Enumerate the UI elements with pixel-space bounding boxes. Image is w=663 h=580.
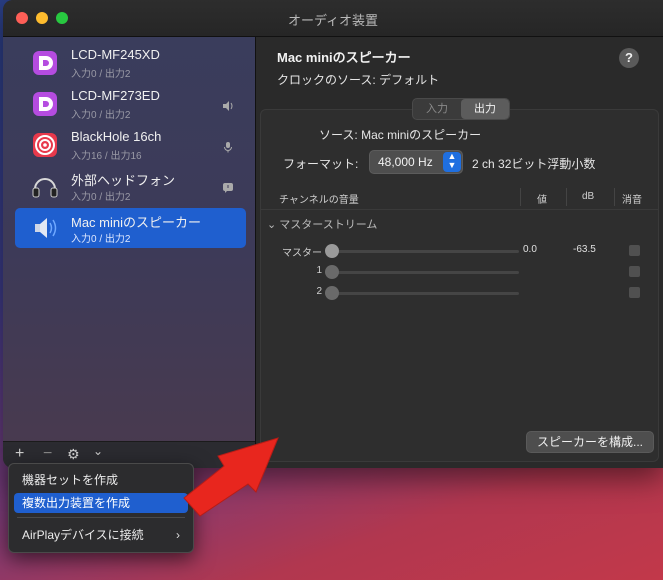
io-segmented-control: 入力 出力: [412, 98, 510, 120]
mute-checkbox[interactable]: [629, 266, 640, 277]
displayport-icon: [33, 51, 57, 75]
menu-item-airplay[interactable]: AirPlayデバイスに接続 ›: [14, 525, 188, 545]
speaker-icon: [35, 218, 57, 238]
remove-device-button[interactable]: −: [43, 445, 52, 463]
window-title: オーディオ装置: [287, 13, 379, 28]
blackhole-icon: [33, 133, 57, 157]
device-item-headphones[interactable]: 外部ヘッドフォン 入力0 / 出力2: [15, 166, 246, 206]
volume-slider-knob[interactable]: [325, 265, 339, 279]
volume-slider-knob[interactable]: [325, 286, 339, 300]
tab-output[interactable]: 出力: [461, 99, 509, 119]
alert-icon: [223, 183, 233, 193]
device-item-lcd-mf273ed[interactable]: LCD-MF273ED 入力0 / 出力2: [15, 84, 246, 124]
settings-panel: 入力 出力 ソース: Mac miniのスピーカー フォーマット: 48,000…: [260, 98, 659, 462]
volume-slider-track[interactable]: [335, 292, 519, 295]
mute-checkbox[interactable]: [629, 245, 640, 256]
red-arrow-annotation: [183, 437, 279, 517]
headphones-icon: [32, 178, 58, 198]
device-detail-pane: Mac miniのスピーカー クロックのソース: デフォルト ? 入力 出力 ソ…: [256, 37, 663, 468]
speaker-icon: [223, 101, 233, 111]
clock-source: クロックのソース: デフォルト: [277, 73, 440, 87]
format-select[interactable]: 48,000 Hz ▲ ▼: [369, 150, 463, 174]
volume-slider-track[interactable]: [335, 271, 519, 274]
format-label: フォーマット:: [283, 157, 359, 171]
gear-icon[interactable]: ⚙: [67, 446, 80, 463]
volume-slider-knob[interactable]: [325, 244, 339, 258]
add-device-button[interactable]: +: [15, 445, 24, 463]
title-bar: オーディオ装置: [3, 0, 663, 37]
device-sidebar: LCD-MF245XD 入力0 / 出力2 LCD-MF273ED 入力0 / …: [3, 37, 256, 468]
channel-row-2: 2: [261, 283, 658, 303]
channel-table-header: チャンネルの音量 値 dB 消音: [261, 185, 658, 210]
chevron-down-icon: ⌄: [267, 219, 277, 231]
help-button[interactable]: ?: [619, 48, 639, 68]
stepper-arrows-icon: ▲ ▼: [443, 152, 461, 172]
chevron-right-icon: ›: [176, 528, 180, 542]
format-description: 2 ch 32ビット浮動小数: [472, 157, 596, 171]
displayport-icon: [33, 92, 57, 116]
master-stream-disclosure[interactable]: ⌄ マスターストリーム: [267, 216, 377, 232]
device-item-mac-mini-speaker[interactable]: Mac miniのスピーカー 入力0 / 出力2: [15, 208, 246, 248]
device-item-blackhole[interactable]: BlackHole 16ch 入力16 / 出力16: [15, 125, 246, 165]
chevron-down-icon[interactable]: ⌄: [93, 444, 103, 458]
mute-checkbox[interactable]: [629, 287, 640, 298]
gear-context-menu: 機器セットを作成 複数出力装置を作成 AirPlayデバイスに接続 ›: [8, 463, 194, 553]
audio-midi-window: オーディオ装置 LCD-MF245XD 入力0 / 出力2 LCD-MF273E…: [3, 0, 663, 468]
channel-row-master: マスター 0.0 -63.5: [261, 241, 658, 261]
microphone-icon: [224, 142, 232, 153]
menu-item-create-aggregate[interactable]: 機器セットを作成: [14, 470, 188, 490]
configure-speakers-button[interactable]: スピーカーを構成...: [525, 431, 654, 453]
device-title: Mac miniのスピーカー: [277, 50, 411, 65]
volume-slider-track[interactable]: [335, 250, 519, 253]
menu-item-create-multi-output[interactable]: 複数出力装置を作成: [14, 493, 188, 513]
channel-row-1: 1: [261, 262, 658, 282]
source-label: ソース: Mac miniのスピーカー: [319, 128, 482, 142]
tab-input[interactable]: 入力: [413, 99, 461, 119]
device-item-lcd-mf245xd[interactable]: LCD-MF245XD 入力0 / 出力2: [15, 43, 246, 83]
menu-separator: [17, 517, 185, 518]
